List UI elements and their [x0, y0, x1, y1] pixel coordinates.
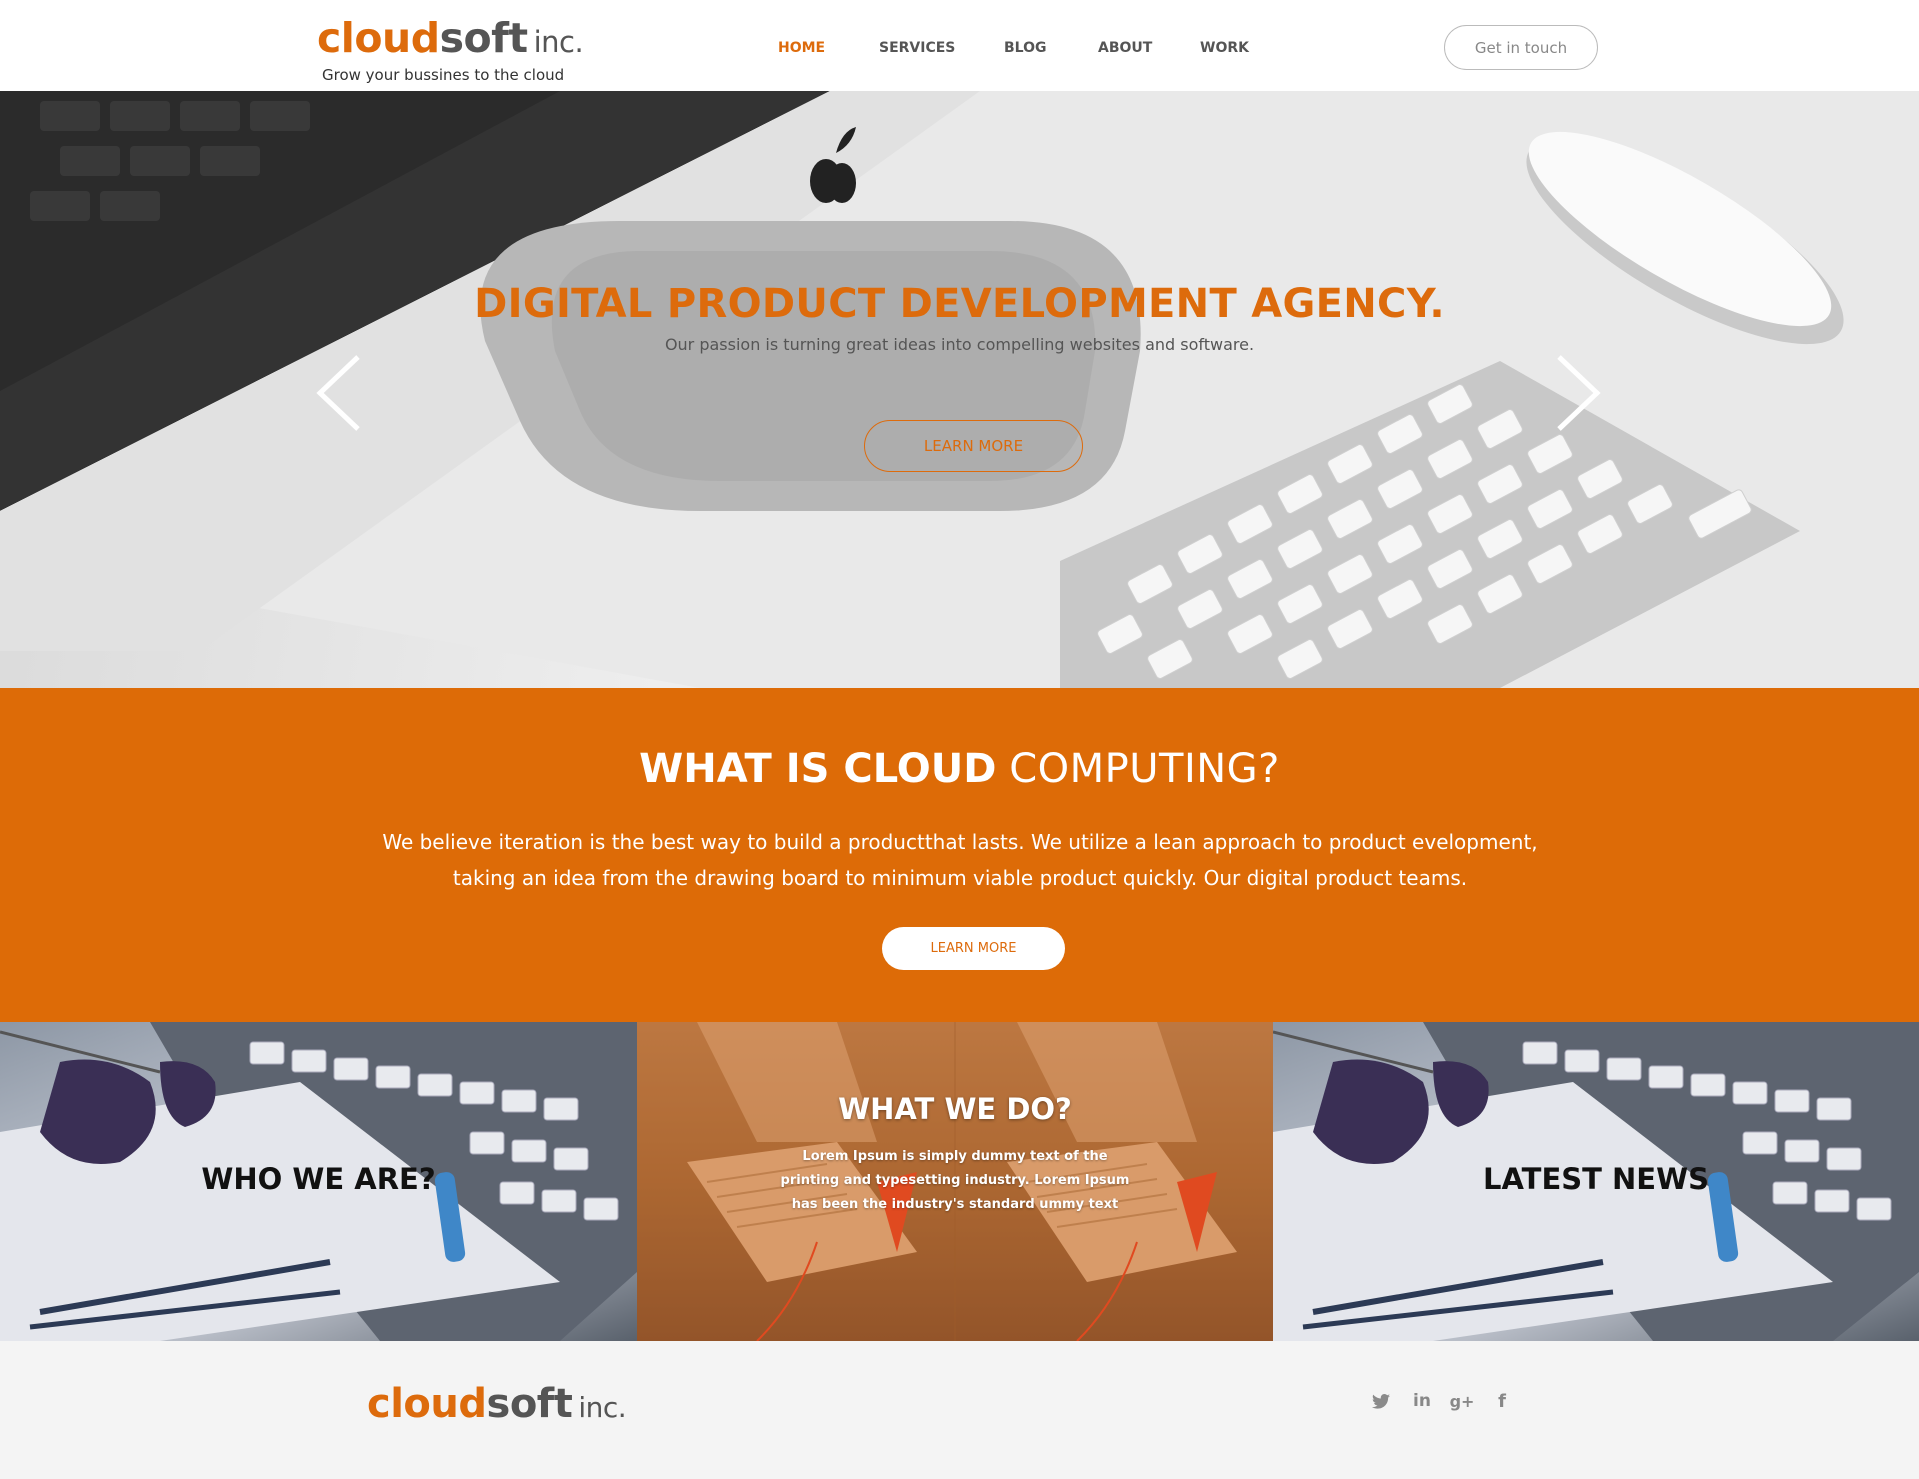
intro-section: WHAT IS CLOUD COMPUTING? We believe iter… — [0, 688, 1919, 1022]
site-header: cloudsoft inc. Grow your bussines to the … — [0, 0, 1919, 91]
panel-title-who-we-are: WHO WE ARE? — [201, 1162, 436, 1196]
intro-text: We believe iteration is the best way to … — [382, 830, 1538, 890]
hero-title: DIGITAL PRODUCT DEVELOPMENT AGENCY. — [474, 281, 1445, 327]
hero-subtitle: Our passion is turning great ideas into … — [664, 335, 1255, 354]
intro-title: WHAT IS CLOUD COMPUTING? — [0, 746, 1919, 792]
nav-item-about[interactable]: ABOUT — [1098, 40, 1152, 56]
footer-logo-suffix: inc. — [578, 1391, 627, 1424]
logo-tagline: Grow your bussines to the cloud — [322, 66, 565, 84]
panel-text-what-we-do: Lorem Ipsum is simply dummy text of the … — [780, 1149, 1130, 1212]
twitter-icon[interactable] — [1369, 1389, 1393, 1413]
footer-logo-part-cloud: cloud — [367, 1381, 487, 1427]
google-plus-icon[interactable]: g+ — [1450, 1389, 1475, 1413]
get-in-touch-button[interactable]: Get in touch — [1444, 25, 1598, 70]
panel-what-we-do[interactable]: WHAT WE DO? Lorem Ipsum is simply dummy … — [637, 1022, 1273, 1341]
brand-logo[interactable]: cloudsoft inc. Grow your bussines to the … — [317, 14, 584, 84]
footer-logo[interactable]: cloudsoft inc. — [367, 1381, 627, 1427]
intro-title-light: COMPUTING? — [1009, 746, 1280, 792]
panel-title-latest-news: LATEST NEWS — [1483, 1162, 1709, 1196]
chevron-right-icon[interactable] — [1553, 353, 1603, 433]
hero-slider: DIGITAL PRODUCT DEVELOPMENT AGENCY. Our … — [0, 91, 1919, 688]
facebook-icon[interactable]: f — [1490, 1389, 1514, 1413]
logo-suffix: inc. — [533, 25, 584, 59]
panel-latest-news[interactable]: LATEST NEWS — [1273, 1022, 1919, 1341]
panel-title-what-we-do: WHAT WE DO? — [838, 1092, 1072, 1126]
nav-item-work[interactable]: WORK — [1200, 40, 1249, 56]
hero-background-image — [0, 91, 1919, 688]
nav-item-services[interactable]: SERVICES — [879, 40, 955, 56]
nav-item-home[interactable]: HOME — [778, 40, 825, 56]
hero-learn-more-button[interactable]: LEARN MORE — [864, 420, 1083, 472]
feature-panels: WHO WE ARE? WHAT WE DO? Lorem Ipsum is s… — [0, 1022, 1919, 1341]
logo-part-soft: soft — [439, 14, 529, 62]
panel-who-we-are[interactable]: WHO WE ARE? — [0, 1022, 637, 1341]
intro-learn-more-button[interactable]: LEARN MORE — [882, 927, 1065, 970]
nav-item-blog[interactable]: BLOG — [1004, 40, 1047, 56]
logo-part-cloud: cloud — [317, 14, 440, 62]
footer-logo-part-soft: soft — [486, 1381, 573, 1427]
site-footer: cloudsoft inc. in g+ f — [0, 1341, 1919, 1479]
linkedin-icon[interactable]: in — [1410, 1389, 1434, 1413]
logo-wordmark: cloudsoft inc. — [317, 14, 584, 66]
intro-title-bold: WHAT IS CLOUD — [639, 746, 997, 792]
chevron-left-icon[interactable] — [314, 353, 364, 433]
